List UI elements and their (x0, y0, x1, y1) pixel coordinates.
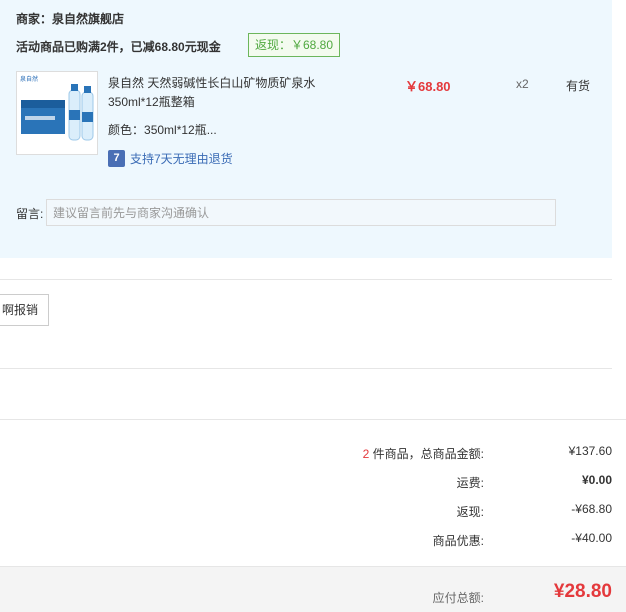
discount-label: 商品优惠: (432, 534, 484, 548)
shipping-label: 运费: (456, 476, 484, 490)
invoice-button[interactable]: 啊报销 (0, 294, 49, 326)
divider (0, 368, 612, 369)
water-bottles-image: 泉自然 (17, 72, 97, 154)
return-policy-text: 支持7天无理由退货 (130, 151, 233, 166)
merchant-line: 商家：泉自然旗舰店 (16, 10, 124, 27)
thumb-brand-text: 泉自然 (20, 75, 38, 83)
promo-text: 活动商品已购满2件，已减68.80元现金 (16, 40, 221, 54)
subtotal-value: ¥137.60 (568, 444, 612, 458)
product-price: ￥68.80 (405, 79, 451, 94)
color-value: 350ml*12瓶... (144, 123, 217, 137)
divider (0, 279, 612, 280)
seven-day-return-icon: 7 (108, 149, 125, 167)
total-bar: 应付总额: ¥28.80 (0, 566, 626, 612)
total-value: ¥28.80 (553, 581, 612, 602)
discount-value: -¥40.00 (571, 531, 612, 545)
product-color: 颜色：350ml*12瓶... (108, 121, 217, 138)
merchant-name[interactable]: 泉自然旗舰店 (52, 12, 124, 26)
product-title[interactable]: 泉自然 天然弱碱性长白山矿物质矿泉水350ml*12瓶整箱 (108, 74, 348, 112)
summary-count-line: 2 件商品，总商品金额: (363, 445, 484, 462)
stock-status: 有货 (566, 79, 591, 93)
subtotal-label: 件商品，总商品金额: (369, 447, 484, 461)
merchant-label: 商家： (16, 12, 53, 26)
product-thumbnail[interactable]: 泉自然 (16, 71, 98, 155)
total-label: 应付总额: (432, 591, 484, 605)
rebate-value: -¥68.80 (571, 502, 612, 516)
rebate-label: 返现: (456, 505, 484, 519)
memo-input[interactable] (46, 199, 556, 226)
rebate-badge: 返现：￥68.80 (248, 33, 341, 57)
shipping-value: ¥0.00 (581, 473, 612, 487)
order-panel: 商家：泉自然旗舰店 活动商品已购满2件，已减68.80元现金 返现：￥68.80… (0, 0, 612, 258)
color-label: 颜色： (108, 123, 145, 137)
return-policy: 7 支持7天无理由退货 (108, 149, 233, 167)
memo-label: 留言: (16, 207, 44, 221)
divider (0, 419, 626, 420)
product-quantity: x2 (516, 77, 529, 91)
